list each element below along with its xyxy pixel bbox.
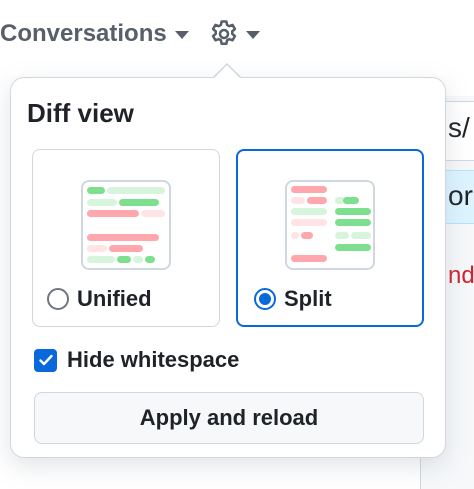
- unified-diff-icon: [81, 180, 171, 270]
- split-radio-row[interactable]: Split: [254, 286, 332, 312]
- apply-and-reload-button[interactable]: Apply and reload: [34, 392, 424, 444]
- background-text: s/: [448, 112, 470, 143]
- split-diff-icon: [285, 180, 375, 270]
- background-text: or: [448, 180, 473, 211]
- hide-whitespace-option[interactable]: Hide whitespace: [34, 347, 239, 373]
- gear-icon: [211, 20, 237, 45]
- split-option-card[interactable]: Split: [236, 149, 424, 327]
- unified-option-card[interactable]: Unified: [32, 149, 220, 327]
- diff-view-popover: Diff view Unified Split Hide whitespace …: [10, 77, 446, 458]
- background-deleted-text: nd: [448, 262, 474, 289]
- diff-settings-button[interactable]: [208, 14, 260, 54]
- unified-radio-row[interactable]: Unified: [47, 286, 152, 312]
- page: s/ or nd Conversations Diff view Unified…: [0, 0, 474, 489]
- unified-label: Unified: [77, 286, 152, 311]
- check-icon: [38, 354, 53, 366]
- split-label: Split: [284, 286, 332, 311]
- split-radio[interactable]: [254, 288, 276, 310]
- conversations-label: Conversations: [0, 20, 167, 47]
- unified-radio[interactable]: [47, 288, 69, 310]
- popover-arrow-fill: [214, 65, 240, 78]
- hide-whitespace-label: Hide whitespace: [67, 347, 240, 372]
- popover-title: Diff view: [27, 98, 134, 128]
- hide-whitespace-checkbox[interactable]: [34, 348, 57, 372]
- chevron-down-icon: [174, 31, 189, 39]
- chevron-down-icon: [246, 31, 260, 39]
- conversations-dropdown[interactable]: Conversations: [0, 14, 189, 54]
